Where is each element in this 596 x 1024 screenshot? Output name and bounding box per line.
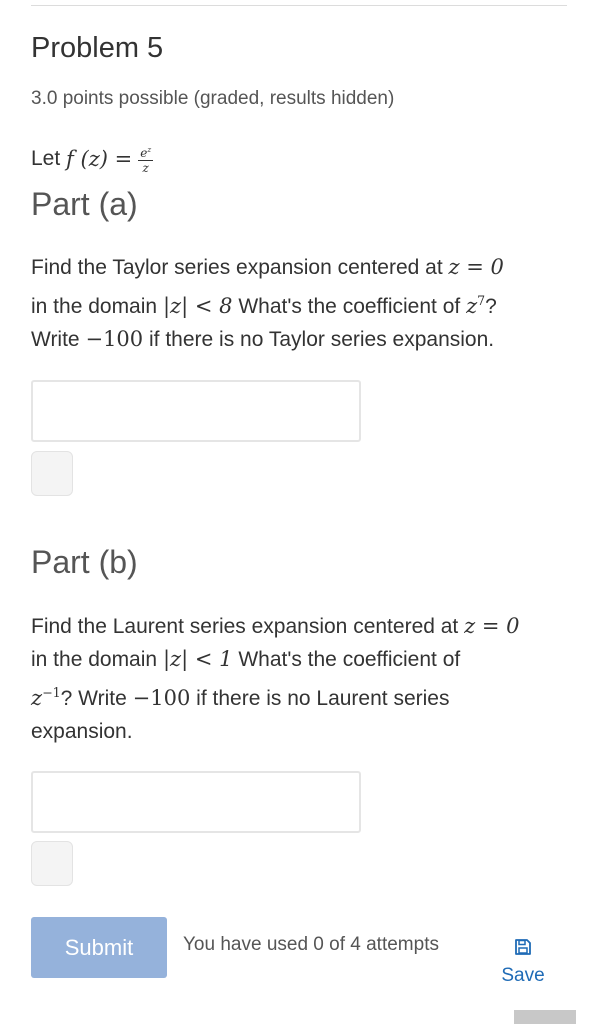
fraction-denominator: z bbox=[142, 161, 149, 175]
scroll-indicator bbox=[514, 1010, 576, 1024]
part-b-question: Find the Laurent series expansion center… bbox=[31, 610, 579, 748]
part-a-heading: Part (a) bbox=[31, 186, 138, 222]
points-info: 3.0 points possible (graded, results hid… bbox=[31, 88, 395, 109]
part-b-line-2: in the domain |z| < 1 What's the coeffic… bbox=[31, 647, 461, 671]
function-expression: f (z) = bbox=[66, 147, 133, 171]
part-b-status-indicator bbox=[31, 841, 73, 886]
part-b-line-3: z−1? Write −100 if there is no Laurent s… bbox=[31, 685, 450, 710]
save-button[interactable]: Save bbox=[500, 938, 546, 987]
part-b-answer-input[interactable] bbox=[31, 771, 361, 833]
part-a-line-3: Write −100 if there is no Taylor series … bbox=[31, 327, 495, 351]
problem-title: Problem 5 bbox=[31, 32, 164, 64]
fraction-numerator: ez bbox=[138, 145, 154, 161]
part-a-line-1: Find the Taylor series expansion centere… bbox=[31, 255, 504, 279]
part-b-line-1: Find the Laurent series expansion center… bbox=[31, 614, 520, 638]
function-fraction: ez z bbox=[138, 144, 154, 175]
let-text: Let bbox=[31, 147, 61, 170]
attempts-counter: You have used 0 of 4 attempts bbox=[183, 934, 439, 955]
part-a-answer-input[interactable] bbox=[31, 380, 361, 442]
save-label: Save bbox=[501, 965, 545, 986]
part-a-line-2: in the domain |z| < 8 What's the coeffic… bbox=[31, 293, 497, 318]
submit-button[interactable]: Submit bbox=[31, 917, 167, 978]
part-a-status-indicator bbox=[31, 451, 73, 496]
floppy-disk-icon bbox=[514, 938, 532, 961]
function-definition: Let f (z) = ez z bbox=[31, 144, 154, 175]
part-b-line-4: expansion. bbox=[31, 720, 133, 743]
part-b-heading: Part (b) bbox=[31, 544, 138, 580]
part-a-question: Find the Taylor series expansion centere… bbox=[31, 251, 579, 356]
top-divider bbox=[31, 5, 567, 6]
